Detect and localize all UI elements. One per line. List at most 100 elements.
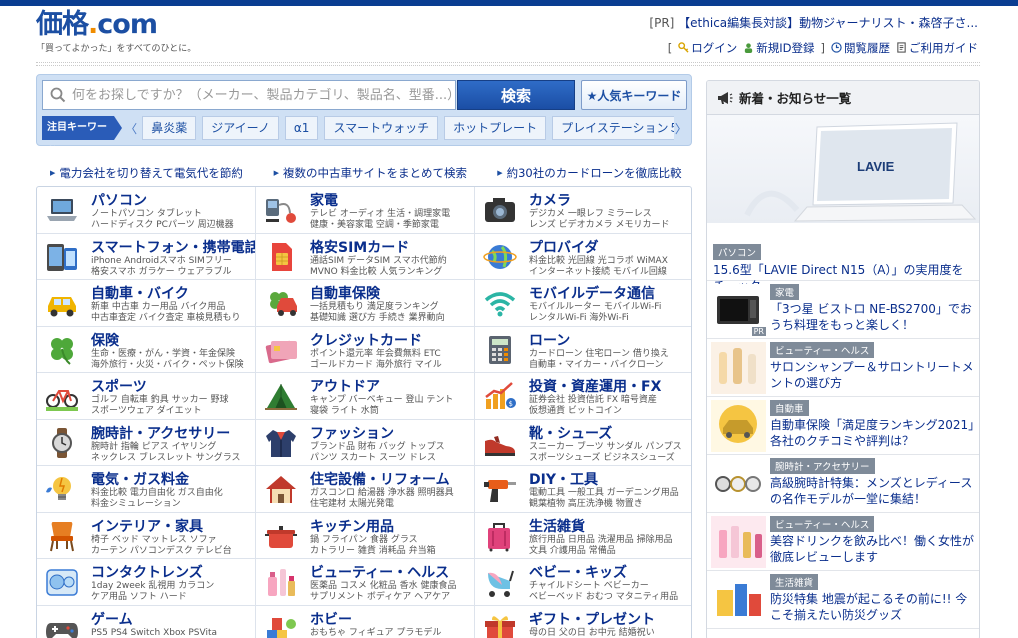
login-link[interactable]: ログイン bbox=[678, 40, 737, 56]
category-title[interactable]: キッチン用品 bbox=[310, 516, 394, 536]
category-title[interactable]: ビューティー・ヘルス bbox=[310, 562, 449, 582]
category-subitems[interactable]: 料金比較 電力自由化 ガス自由化 料金シミュレーション bbox=[91, 488, 223, 510]
category-subitems[interactable]: 医薬品 コスメ 化粧品 香水 健康食品 サプリメント ボディケア ヘアケア bbox=[310, 581, 456, 603]
category-title[interactable]: 腕時計・アクセサリー bbox=[91, 423, 230, 443]
category-title[interactable]: カメラ bbox=[529, 190, 571, 210]
category-subitems[interactable]: 生命・医療・がん・学資・年金保険 海外旅行・火災・バイク・ペット保険 bbox=[91, 349, 244, 371]
category-item[interactable]: 保険 生命・医療・がん・学資・年金保険 海外旅行・火災・バイク・ペット保険 bbox=[37, 326, 256, 373]
category-item[interactable]: 電気・ガス料金 料金比較 電力自由化 ガス自由化 料金シミュレーション bbox=[37, 466, 256, 513]
category-subitems[interactable]: 一括見積もり 満足度ランキング 基礎知識 選び方 手続き 業界動向 bbox=[310, 302, 445, 324]
category-title[interactable]: ギフト・プレゼント bbox=[529, 609, 655, 629]
category-item[interactable]: 自動車・バイク 新車 中古車 カー用品 バイク用品 中古車査定 バイク査定 車検見… bbox=[37, 280, 256, 327]
category-item[interactable]: ファッション ブランド品 財布 バッグ トップス パンツ スカート スーツ ドレス bbox=[256, 419, 475, 466]
keyword-chip[interactable]: プレイステーション５ bbox=[552, 116, 674, 140]
news-item[interactable]: 自動車 自動車保険「満足度ランキング2021」各社のクチコミや評判は？ bbox=[707, 397, 979, 455]
category-item[interactable]: スポーツ ゴルフ 自転車 釣具 サッカー 野球 スポーツウェア ダイエット bbox=[37, 373, 256, 420]
category-title[interactable]: 自動車・バイク bbox=[91, 283, 189, 303]
news-headline[interactable]: サロンシャンプー＆サロントリートメントの選び方 bbox=[770, 359, 975, 391]
category-title[interactable]: ゲーム bbox=[91, 609, 133, 629]
category-item[interactable]: ゲーム PS5 PS4 Switch Xbox PSVita bbox=[37, 605, 256, 638]
category-subitems[interactable]: 料金比較 光回線 光コラボ WiMAX インターネット接続 モバイル回線 bbox=[529, 256, 668, 278]
category-subitems[interactable]: カードローン 住宅ローン 借り換え 自動車・マイカー・バイクローン bbox=[529, 349, 669, 371]
category-item[interactable]: 自動車保険 一括見積もり 満足度ランキング 基礎知識 選び方 手続き 業界動向 bbox=[256, 280, 475, 327]
news-headline[interactable]: 美容ドリンクを飲み比べ！働く女性が徹底レビューします bbox=[770, 533, 975, 565]
news-headline[interactable]: 高級腕時計特集：メンズとレディースの名作モデルが一堂に集結！ bbox=[770, 475, 975, 507]
category-item[interactable]: パソコン ノートパソコン タブレット ハードディスク PCパーツ 周辺機器 bbox=[37, 187, 256, 234]
category-subitems[interactable]: ブランド品 財布 バッグ トップス パンツ スカート スーツ ドレス bbox=[310, 442, 445, 464]
category-item[interactable]: 靴・シューズ スニーカー ブーツ サンダル パンプス スポーツシューズ ビジネスシ… bbox=[475, 420, 691, 466]
news-header[interactable]: 新着・お知らせ一覧 bbox=[707, 81, 979, 115]
history-link[interactable]: 閲覧履歴 bbox=[831, 40, 890, 56]
category-title[interactable]: パソコン bbox=[91, 190, 147, 210]
category-item[interactable]: ギフト・プレゼント 母の日 父の日 お中元 結婚祝い bbox=[475, 606, 691, 638]
category-subitems[interactable]: 新車 中古車 カー用品 バイク用品 中古車査定 バイク査定 車検見積もり bbox=[91, 302, 241, 324]
category-item[interactable]: 生活雑貨 旅行用品 日用品 洗濯用品 掃除用品 文具 介護用品 常備品 bbox=[475, 513, 691, 559]
category-title[interactable]: プロバイダ bbox=[529, 237, 598, 257]
news-headline[interactable]: 「3つ星 ビストロ NE-BS2700」でおうち料理をもっと楽しく！ bbox=[770, 301, 975, 333]
category-item[interactable]: キッチン用品鍋 フライパン 食器 グラス カトラリー 雑貨 消耗品 弁当箱 bbox=[256, 512, 475, 559]
category-subitems[interactable]: PS5 PS4 Switch Xbox PSVita bbox=[91, 628, 217, 638]
category-item[interactable]: コンタクトレンズ 1day 2week 乱視用 カラコン ケア用品 ソフト ハード bbox=[37, 559, 256, 606]
category-item[interactable]: 住宅設備・リフォーム ガスコンロ 給湯器 浄水器 照明器具 住宅建材 太陽光発電 bbox=[256, 466, 475, 513]
category-title[interactable]: クレジットカード bbox=[310, 330, 422, 350]
category-subitems[interactable]: 電動工具 一般工具 ガーデニング用品 観葉植物 高圧洗浄機 物置き bbox=[529, 488, 679, 510]
news-item[interactable]: 生活雑貨 防災特集 地震が起こるその前に!! 今こそ揃えたい防災グッズ bbox=[707, 571, 979, 629]
keyword-chip[interactable]: α1 bbox=[284, 116, 319, 140]
keyword-next-arrow[interactable]: 〉 bbox=[674, 120, 688, 137]
news-feature[interactable]: LAVIE パソコン 15.6型「LAVIE Direct N15（A）」の実用… bbox=[707, 115, 979, 293]
category-title[interactable]: 生活雑貨 bbox=[529, 516, 585, 536]
category-item[interactable]: カメラ デジカメ 一眼レフ ミラーレス レンズ ビデオカメラ メモリカード bbox=[475, 187, 691, 234]
category-item[interactable]: $ 投資・資産運用・FX 証券会社 投資信託 FX 暗号資産 仮想通貨 ビットコイン bbox=[475, 373, 691, 420]
news-item[interactable]: ビューティー・ヘルス サロンシャンプー＆サロントリートメントの選び方 bbox=[707, 339, 979, 397]
category-title[interactable]: コンタクトレンズ bbox=[91, 562, 203, 582]
category-subitems[interactable]: 1day 2week 乱視用 カラコン ケア用品 ソフト ハード bbox=[91, 581, 214, 603]
category-title[interactable]: 自動車保険 bbox=[310, 283, 380, 303]
category-subitems[interactable]: スニーカー ブーツ サンダル パンプス スポーツシューズ ビジネスシューズ bbox=[529, 442, 682, 464]
news-headline[interactable]: 防災特集 地震が起こるその前に!! 今こそ揃えたい防災グッズ bbox=[770, 591, 975, 623]
category-item[interactable]: 格安SIMカード 通話SIM データSIM スマホ代節約 MVNO 料金比較 人気… bbox=[256, 233, 475, 280]
keyword-prev-arrow[interactable]: 〈 bbox=[124, 120, 138, 137]
keyword-chip[interactable]: ホットプレート bbox=[444, 116, 547, 140]
category-title[interactable]: モバイルデータ通信 bbox=[529, 283, 655, 303]
news-item[interactable]: ビューティー・ヘルス 美容ドリンクを飲み比べ！働く女性が徹底レビューします bbox=[707, 513, 979, 571]
category-title[interactable]: DIY・工具 bbox=[529, 469, 598, 489]
register-link[interactable]: 新規ID登録 bbox=[743, 40, 815, 56]
category-title[interactable]: スポーツ bbox=[91, 376, 147, 396]
category-subitems[interactable]: デジカメ 一眼レフ ミラーレス レンズ ビデオカメラ メモリカード bbox=[529, 209, 670, 231]
category-subitems[interactable]: ポイント還元率 年会費無料 ETC ゴールドカード 海外旅行 マイル bbox=[310, 349, 442, 371]
category-item[interactable]: ローン カードローン 住宅ローン 借り換え 自動車・マイカー・バイクローン bbox=[475, 327, 691, 373]
category-title[interactable]: 靴・シューズ bbox=[529, 423, 612, 443]
category-subitems[interactable]: モバイルルーター モバイルWi-Fi レンタルWi-Fi 海外Wi-Fi bbox=[529, 302, 661, 324]
category-title[interactable]: 投資・資産運用・FX bbox=[529, 376, 661, 396]
category-item[interactable]: ビューティー・ヘルス 医薬品 コスメ 化粧品 香水 健康食品 サプリメント ボディ… bbox=[256, 559, 475, 606]
category-item[interactable]: インテリア・家具 椅子 ベッド マットレス ソファ カーテン パソコンデスク テレ… bbox=[37, 512, 256, 559]
category-item[interactable]: モバイルデータ通信 モバイルルーター モバイルWi-Fi レンタルWi-Fi 海外… bbox=[475, 280, 691, 327]
search-field[interactable] bbox=[42, 80, 456, 110]
category-title[interactable]: ホビー bbox=[310, 609, 352, 629]
category-subitems[interactable]: 旅行用品 日用品 洗濯用品 掃除用品 文具 介護用品 常備品 bbox=[529, 535, 673, 557]
promo-link[interactable]: 複数の中古車サイトをまとめて検索 bbox=[274, 165, 498, 181]
news-item[interactable]: PR 家電 「3つ星 ビストロ NE-BS2700」でおうち料理をもっと楽しく！ bbox=[707, 281, 979, 339]
category-item[interactable]: ベビー・キッズ チャイルドシート ベビーカー ベビーベッド おむつ マタニティ用品 bbox=[475, 559, 691, 606]
category-title[interactable]: 電気・ガス料金 bbox=[91, 469, 189, 489]
keyword-chip[interactable]: 鼻炎薬 bbox=[142, 116, 197, 140]
keyword-chip[interactable]: ジアイーノ bbox=[202, 116, 279, 140]
promo-link[interactable]: 約30社のカードローンを徹底比較 bbox=[497, 165, 690, 181]
search-input[interactable] bbox=[72, 87, 452, 103]
news-headline[interactable]: 自動車保険「満足度ランキング2021」各社のクチコミや評判は？ bbox=[770, 417, 975, 449]
category-subitems[interactable]: 椅子 ベッド マットレス ソファ カーテン パソコンデスク テレビ台 bbox=[91, 535, 232, 557]
category-title[interactable]: 保険 bbox=[91, 330, 119, 350]
category-item[interactable]: スマートフォン・携帯電話 iPhone Androidスマホ SIMフリー 格安ス… bbox=[37, 233, 256, 280]
search-button[interactable]: 検索 bbox=[457, 80, 575, 110]
category-subitems[interactable]: 通話SIM データSIM スマホ代節約 MVNO 料金比較 人気ランキング bbox=[310, 256, 447, 278]
category-subitems[interactable]: 証券会社 投資信託 FX 暗号資産 仮想通貨 ビットコイン bbox=[529, 395, 657, 417]
kakaku-logo[interactable]: 価格.com 「買ってよかった」をすべてのひとに。 bbox=[36, 10, 196, 55]
promo-link[interactable]: 電力会社を切り替えて電気代を節約 bbox=[50, 165, 274, 181]
category-title[interactable]: 住宅設備・リフォーム bbox=[310, 469, 450, 489]
category-subitems[interactable]: 母の日 父の日 お中元 結婚祝い bbox=[529, 628, 655, 638]
category-subitems[interactable]: iPhone Androidスマホ SIMフリー 格安スマホ ガラケー ウェアラ… bbox=[91, 256, 232, 278]
category-item[interactable]: 腕時計・アクセサリー 腕時計 指輪 ピアス イヤリング ネックレス ブレスレット … bbox=[37, 419, 256, 466]
keyword-chip[interactable]: スマートウォッチ bbox=[324, 116, 439, 140]
category-subitems[interactable]: キャンプ バーベキュー 登山 テント 寝袋 ライト 水筒 bbox=[310, 395, 453, 417]
category-item[interactable]: ホビー おもちゃ フィギュア プラモデル bbox=[256, 605, 475, 638]
